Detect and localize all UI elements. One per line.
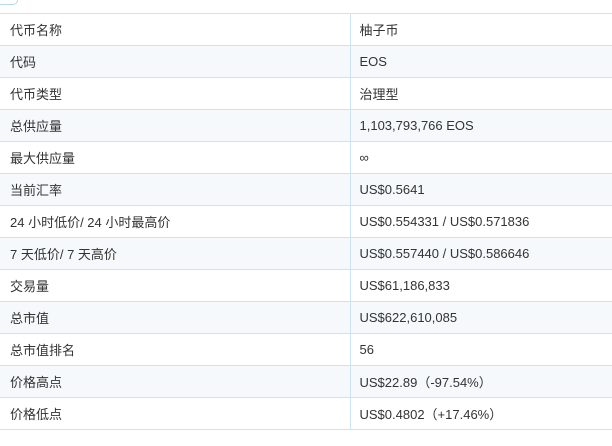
table-row-total-supply: 总供应量 1,103,793,766 EOS bbox=[0, 109, 612, 142]
row-label: 7 天低价/ 7 天高价 bbox=[0, 237, 351, 270]
row-value: ∞ bbox=[350, 141, 612, 174]
table-row-volume: 交易量 US$61,186,833 bbox=[0, 269, 612, 302]
row-value: US$22.89（-97.54%） bbox=[350, 365, 612, 398]
token-info-table: 代币名称 柚子币 代码 EOS 代币类型 治理型 总供应量 1,103,793,… bbox=[0, 13, 612, 430]
row-label: 交易量 bbox=[0, 269, 351, 302]
row-label: 总市值排名 bbox=[0, 333, 351, 366]
row-label: 价格低点 bbox=[0, 397, 351, 430]
row-label: 价格高点 bbox=[0, 365, 351, 398]
row-value: 柚子币 bbox=[350, 13, 612, 46]
table-row-max-supply: 最大供应量 ∞ bbox=[0, 141, 612, 174]
row-value: 1,103,793,766 EOS bbox=[350, 109, 612, 142]
table-row-market-cap-rank: 总市值排名 56 bbox=[0, 333, 612, 366]
row-value: US$0.554331 / US$0.571836 bbox=[350, 205, 612, 238]
row-value: US$0.4802（+17.46%） bbox=[350, 397, 612, 430]
table-row-symbol: 代码 EOS bbox=[0, 45, 612, 78]
row-label: 总供应量 bbox=[0, 109, 351, 142]
table-row-token-name: 代币名称 柚子币 bbox=[0, 13, 612, 46]
table-row-token-type: 代币类型 治理型 bbox=[0, 77, 612, 110]
row-value: EOS bbox=[350, 45, 612, 78]
row-label: 当前汇率 bbox=[0, 173, 351, 206]
table-row-7d-range: 7 天低价/ 7 天高价 US$0.557440 / US$0.586646 bbox=[0, 237, 612, 270]
row-value: US$622,610,085 bbox=[350, 301, 612, 334]
row-value: 56 bbox=[350, 333, 612, 366]
row-value: US$0.5641 bbox=[350, 173, 612, 206]
row-label: 最大供应量 bbox=[0, 141, 351, 174]
row-label: 代币名称 bbox=[0, 13, 351, 46]
top-tab-edge bbox=[0, 0, 18, 5]
table-row-current-rate: 当前汇率 US$0.5641 bbox=[0, 173, 612, 206]
table-row-price-high: 价格高点 US$22.89（-97.54%） bbox=[0, 365, 612, 398]
row-label: 24 小时低价/ 24 小时最高价 bbox=[0, 205, 351, 238]
row-label: 代币类型 bbox=[0, 77, 351, 110]
row-value: 治理型 bbox=[350, 77, 612, 110]
row-label: 总市值 bbox=[0, 301, 351, 334]
table-row-market-cap: 总市值 US$622,610,085 bbox=[0, 301, 612, 334]
table-row-price-low: 价格低点 US$0.4802（+17.46%） bbox=[0, 397, 612, 430]
row-value: US$0.557440 / US$0.586646 bbox=[350, 237, 612, 270]
row-label: 代码 bbox=[0, 45, 351, 78]
row-value: US$61,186,833 bbox=[350, 269, 612, 302]
table-row-24h-range: 24 小时低价/ 24 小时最高价 US$0.554331 / US$0.571… bbox=[0, 205, 612, 238]
